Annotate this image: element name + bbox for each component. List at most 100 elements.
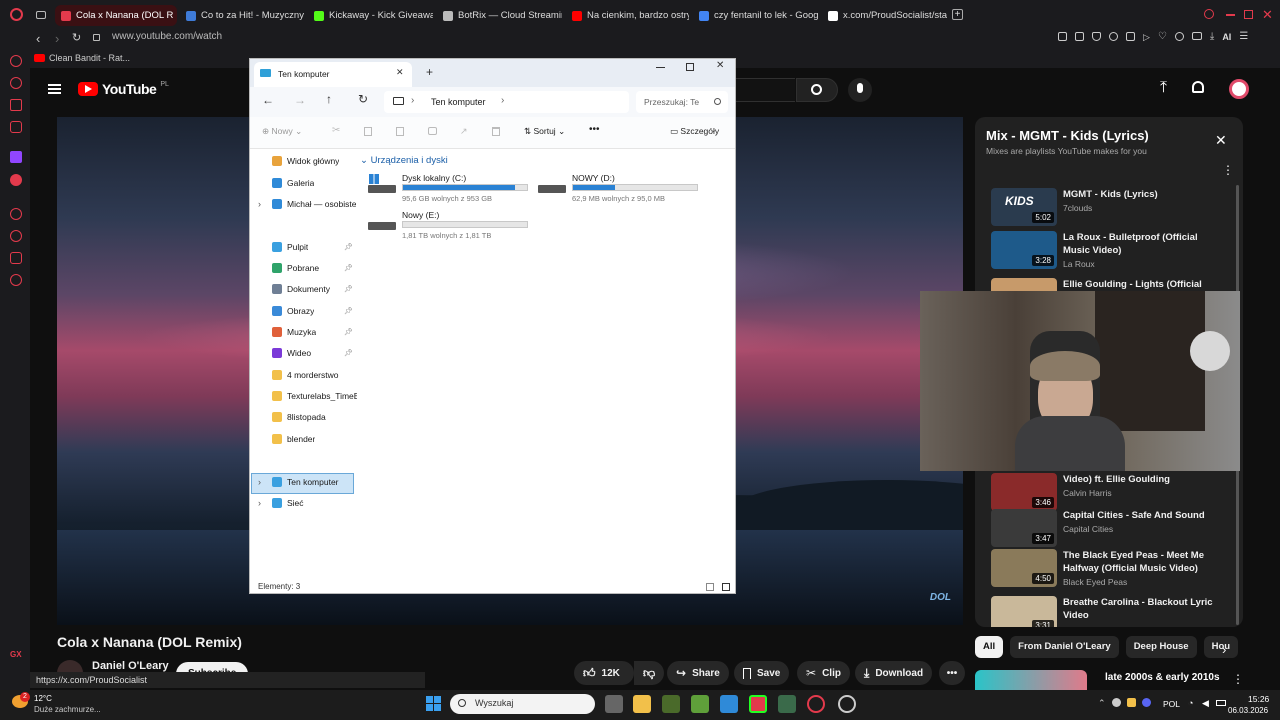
nav-pane-item[interactable]: Pobrane: [272, 263, 319, 273]
history-icon[interactable]: [10, 230, 22, 242]
expand-chevron-icon[interactable]: ›: [258, 498, 261, 508]
youtube-logo[interactable]: YouTube PL: [78, 81, 169, 97]
pin-icon[interactable]: 📌︎: [344, 328, 353, 336]
instagram-icon[interactable]: [10, 121, 22, 133]
minecraft-taskbar-icon[interactable]: [691, 695, 709, 713]
delete-icon[interactable]: [492, 127, 500, 136]
clip-button[interactable]: ✂ Clip: [797, 661, 850, 685]
play-icon[interactable]: ▷: [1143, 32, 1150, 46]
playlist-item-title[interactable]: MGMT - Kids (Lyrics): [1063, 188, 1213, 201]
tiles-view-icon[interactable]: [722, 583, 730, 591]
camera-icon[interactable]: [1191, 32, 1202, 40]
drives-section-header[interactable]: ⌄ Urządzenia i dyski: [360, 155, 448, 166]
close-window-button[interactable]: ✕: [1262, 7, 1273, 23]
close-playlist-icon[interactable]: ✕: [1215, 132, 1227, 149]
filter-chip[interactable]: Deep House: [1125, 636, 1197, 658]
nav-forward-icon[interactable]: →: [294, 93, 306, 107]
app-taskbar-icon-3[interactable]: [778, 695, 796, 713]
nav-refresh-icon[interactable]: ↻: [358, 92, 368, 106]
nav-pane-item[interactable]: 4 morderstwo: [272, 370, 339, 380]
pin-icon[interactable]: 📌︎: [344, 307, 353, 315]
settings-icon[interactable]: [10, 274, 22, 286]
snapshot-icon[interactable]: [1075, 32, 1084, 41]
new-tab-button[interactable]: +: [952, 9, 963, 20]
more-options-icon[interactable]: •••: [589, 124, 600, 135]
file-explorer-taskbar-icon[interactable]: [633, 695, 651, 713]
explorer-minimize-button[interactable]: [656, 67, 665, 68]
more-actions-button[interactable]: •••: [939, 661, 965, 685]
share-button[interactable]: ↪ Share: [667, 661, 729, 685]
details-view-icon[interactable]: [706, 583, 714, 591]
opera-gx-taskbar-icon[interactable]: [807, 695, 825, 713]
opera-logo-icon[interactable]: [10, 8, 23, 21]
youtube-sidebar-icon[interactable]: [10, 174, 22, 186]
nav-pane-item[interactable]: Michał — osobiste: [272, 199, 356, 209]
bookmark-item[interactable]: Clean Bandit - Rat...: [49, 53, 130, 63]
pin-icon[interactable]: 📌︎: [344, 285, 353, 293]
drive-item[interactable]: Nowy (E:) 1,81 TB wolnych z 1,81 TB: [368, 210, 538, 242]
share-icon[interactable]: [1174, 32, 1184, 41]
nav-pane-item[interactable]: Pulpit: [272, 242, 308, 252]
browser-tab[interactable]: Co to za Hit! - Muzyczny C: [180, 5, 304, 26]
photos-taskbar-icon[interactable]: [720, 695, 738, 713]
extensions-sidebar-icon[interactable]: [10, 252, 22, 264]
playlist-item-title[interactable]: La Roux - Bulletproof (Official Music Vi…: [1063, 231, 1213, 257]
tray-app-icon[interactable]: [1111, 698, 1121, 707]
cut-icon[interactable]: ✂: [332, 125, 340, 136]
sort-button[interactable]: ⇅ Sortuj ⌄: [524, 126, 565, 137]
nav-pane-item[interactable]: Wideo: [272, 348, 311, 358]
clock-time[interactable]: 15:26: [1248, 694, 1269, 704]
chips-next-icon[interactable]: ›: [1222, 642, 1226, 657]
playlist-thumbnail[interactable]: 3:28: [991, 231, 1057, 269]
breadcrumb-chevron-icon[interactable]: ›: [501, 95, 504, 106]
playlist-thumbnail[interactable]: 3:46: [991, 473, 1057, 511]
start-button[interactable]: [426, 696, 441, 711]
clock-date[interactable]: 06.03.2026: [1228, 706, 1268, 715]
voice-search-button[interactable]: [848, 78, 872, 102]
download-icon[interactable]: ⤓: [1210, 32, 1214, 46]
playlist-item[interactable]: 3:47 Capital Cities - Safe And Sound Capit…: [991, 509, 1241, 551]
copy-icon[interactable]: [364, 127, 372, 136]
browser-tab[interactable]: czy fentanil to lek - Googl: [693, 5, 818, 26]
filter-chip[interactable]: Hou: [1203, 636, 1239, 658]
nav-back-icon[interactable]: ←: [262, 93, 274, 107]
nav-pane-item[interactable]: Widok główny: [272, 156, 339, 166]
forward-icon[interactable]: ›: [55, 31, 59, 46]
reload-icon[interactable]: ↻: [72, 31, 81, 44]
playlist-more-icon[interactable]: ⋮: [1222, 163, 1234, 177]
explorer-maximize-button[interactable]: [686, 63, 694, 71]
playlist-thumbnail[interactable]: 3:31: [991, 596, 1057, 627]
new-item-button[interactable]: ⊕ Nowy ⌄: [262, 126, 302, 137]
nav-pane-item[interactable]: 8listopada: [272, 412, 326, 422]
heart-icon[interactable]: ♡: [1158, 32, 1167, 46]
twitch-icon[interactable]: [10, 151, 22, 163]
battery-icon[interactable]: [1216, 700, 1226, 706]
tray-chevron-icon[interactable]: ⌃: [1098, 698, 1106, 710]
pin-icon[interactable]: 📌︎: [344, 349, 353, 357]
wifi-icon[interactable]: ◔: [1188, 698, 1193, 708]
app-taskbar-icon-4[interactable]: [838, 695, 856, 713]
playlist-item[interactable]: KIDS 5:02 MGMT - Kids (Lyrics) 7clouds: [991, 188, 1241, 230]
language-indicator[interactable]: POL: [1163, 699, 1180, 709]
drive-item[interactable]: NOWY (D:) 62,9 MB wolnych z 95,0 MB: [538, 173, 708, 205]
nav-pane-item[interactable]: Galeria: [272, 178, 314, 188]
download-button[interactable]: ⤓ Download: [855, 661, 933, 685]
details-button[interactable]: ▭ Szczegóły: [670, 126, 719, 137]
up-next-thumbnail[interactable]: [975, 670, 1087, 690]
extension-icon[interactable]: [1058, 32, 1067, 41]
whatsapp-icon[interactable]: [10, 99, 22, 111]
breadcrumb[interactable]: › Ten komputer ›: [384, 91, 629, 113]
address-url[interactable]: www.youtube.com/watch: [112, 31, 222, 42]
playlist-item[interactable]: 3:28 La Roux - Bulletproof (Official Musi…: [991, 231, 1241, 273]
taskbar-search-input[interactable]: Wyszukaj: [450, 694, 595, 714]
playlist-thumbnail[interactable]: 4:50: [991, 549, 1057, 587]
dislike-button[interactable]: 👎︎: [634, 661, 664, 685]
like-button[interactable]: 👍︎ 12K: [574, 661, 634, 685]
playlist-item[interactable]: 3:31 Breathe Carolina - Blackout Lyric Vi…: [991, 596, 1241, 627]
nav-pane-item[interactable]: Texturelabs_TimeBl: [272, 391, 357, 401]
drive-item[interactable]: Dysk lokalny (C:) 95,6 GB wolnych z 953 G…: [368, 173, 538, 205]
adblock-icon[interactable]: [1109, 32, 1118, 41]
paste-icon[interactable]: [396, 127, 404, 136]
app-taskbar-icon-2[interactable]: [749, 695, 767, 713]
weather-temp[interactable]: 12°C: [34, 694, 52, 703]
